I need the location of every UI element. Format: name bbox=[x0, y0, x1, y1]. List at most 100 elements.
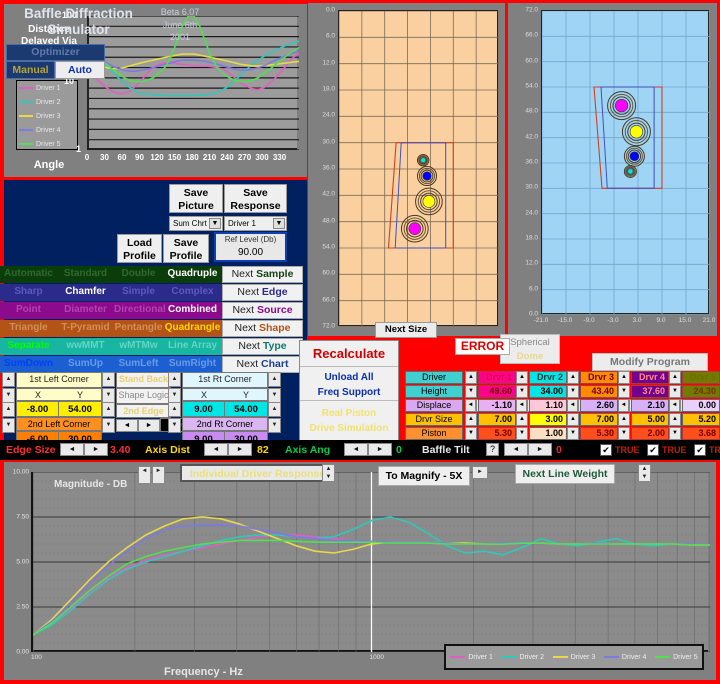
second-right-spin-down[interactable]: ▼ bbox=[168, 418, 181, 433]
first-right-spin-down2[interactable]: ▼ bbox=[268, 388, 281, 403]
driver-5-displace[interactable]: 0.00 bbox=[682, 399, 720, 412]
recalculate-button[interactable]: Recalculate bbox=[300, 341, 398, 367]
driver-4-piston-down[interactable]: ▼ bbox=[618, 427, 630, 440]
second-left-spin-down[interactable]: ▼ bbox=[2, 418, 15, 433]
driver-2-disp-dec[interactable]: ◄ bbox=[516, 399, 527, 412]
driver-2-name[interactable]: Drvr 2 bbox=[529, 371, 567, 384]
option-wmtmw[interactable]: wMTMw bbox=[114, 338, 163, 355]
real-piston-button[interactable]: Real Piston Drive Simulation bbox=[300, 401, 398, 441]
blue-plot-area[interactable] bbox=[541, 10, 711, 316]
option-simple[interactable]: Simple bbox=[114, 284, 163, 301]
orange-plot-area[interactable] bbox=[338, 10, 500, 328]
driver-5-size-up[interactable]: ▲ bbox=[669, 413, 681, 426]
next-button-source[interactable]: Next Source bbox=[222, 302, 303, 319]
driver-5-piston[interactable]: 3.68 bbox=[682, 427, 720, 440]
option-t-pyramid[interactable]: T-Pyramid bbox=[57, 320, 114, 337]
option-double[interactable]: Double bbox=[114, 266, 163, 283]
second-left-spin-down2[interactable]: ▼ bbox=[102, 418, 115, 433]
sum-chart-select[interactable]: Sum Chrt ▼ bbox=[169, 216, 223, 231]
driver-5-size[interactable]: 5.20 bbox=[682, 413, 720, 426]
driver-4-height-down[interactable]: ▼ bbox=[618, 385, 630, 398]
status-checkbox-1[interactable]: ✔ bbox=[647, 444, 659, 456]
driver-3-disp-dec[interactable]: ◄ bbox=[567, 399, 578, 412]
driver-5-height[interactable]: 24.30 bbox=[682, 385, 720, 398]
driver-4-height-up[interactable]: ▲ bbox=[618, 371, 630, 384]
driver-1-height-down[interactable]: ▼ bbox=[465, 385, 477, 398]
first-left-x-value[interactable]: -8.00 bbox=[16, 401, 59, 417]
option-pentangle[interactable]: Pentangle bbox=[114, 320, 163, 337]
first-left-spin-down[interactable]: ▼ bbox=[2, 388, 15, 403]
first-left-spin-up2[interactable]: ▲ bbox=[102, 372, 115, 387]
next-line-weight-button[interactable]: Next Line Weight bbox=[515, 464, 615, 484]
first-right-x-value[interactable]: 9.00 bbox=[182, 401, 225, 417]
first-left-y-value[interactable]: 54.00 bbox=[58, 401, 102, 417]
option-separate[interactable]: Separate bbox=[0, 338, 57, 355]
save-profile-button[interactable]: Save Profile bbox=[163, 234, 209, 263]
driver-2-size[interactable]: 3.00 bbox=[529, 413, 567, 426]
option-sumup[interactable]: SumUp bbox=[57, 356, 114, 373]
driver-2-size-up[interactable]: ▲ bbox=[516, 413, 528, 426]
option-standard[interactable]: Standard bbox=[57, 266, 114, 283]
axis-dist-decrement[interactable]: ◄ bbox=[204, 443, 228, 456]
first-right-y-value[interactable]: 54.00 bbox=[224, 401, 268, 417]
driver-1-displace[interactable]: -1.10 bbox=[478, 399, 516, 412]
next-button-shape[interactable]: Next Shape bbox=[222, 320, 303, 337]
driver-4-name[interactable]: Drvr 4 bbox=[631, 371, 669, 384]
option-complex[interactable]: Complex bbox=[163, 284, 222, 301]
axis-ang-decrement[interactable]: ◄ bbox=[344, 443, 368, 456]
first-left-spin-down2[interactable]: ▼ bbox=[102, 388, 115, 403]
driver-5-height-up[interactable]: ▲ bbox=[669, 371, 681, 384]
driver-5-name[interactable]: Drvr 5 bbox=[682, 371, 720, 384]
magnify-increment[interactable]: ► bbox=[472, 466, 488, 479]
chevron-down-icon[interactable]: ▼ bbox=[273, 218, 285, 229]
driver-1-size-up[interactable]: ▲ bbox=[465, 413, 477, 426]
axis-dist-increment[interactable]: ► bbox=[228, 443, 252, 456]
driver-5-piston-down[interactable]: ▼ bbox=[669, 427, 681, 440]
driver-2-piston-down[interactable]: ▼ bbox=[516, 427, 528, 440]
driver-4-size-up[interactable]: ▲ bbox=[618, 413, 630, 426]
option-quadruple[interactable]: Quadruple bbox=[163, 266, 222, 283]
driver-2-height-down[interactable]: ▼ bbox=[516, 385, 528, 398]
driver-4-size[interactable]: 5.00 bbox=[631, 413, 669, 426]
driver-3-height-up[interactable]: ▲ bbox=[567, 371, 579, 384]
unload-freq-support-button[interactable]: Unload All Freq Support bbox=[300, 367, 398, 401]
option-wwmmt[interactable]: wwMMT bbox=[57, 338, 114, 355]
response-scroll-right[interactable]: ► bbox=[152, 466, 165, 484]
response-type-stepper[interactable]: ▲ ▼ bbox=[322, 464, 335, 482]
driver-1-height[interactable]: 49.60 bbox=[478, 385, 516, 398]
edge-size-increment[interactable]: ► bbox=[84, 443, 108, 456]
next-button-type[interactable]: Next Type bbox=[222, 338, 303, 355]
driver-5-disp-dec[interactable]: ◄ bbox=[669, 399, 680, 412]
first-right-spin-down[interactable]: ▼ bbox=[168, 388, 181, 403]
response-scroll-left[interactable]: ◄ bbox=[138, 466, 151, 484]
option-combined[interactable]: Combined bbox=[163, 302, 222, 319]
option-point[interactable]: Point bbox=[0, 302, 57, 319]
next-button-chart[interactable]: Next Chart bbox=[222, 356, 303, 373]
individual-driver-response-button[interactable]: Individual Driver Response bbox=[180, 464, 335, 482]
driver-2-displace[interactable]: 1.10 bbox=[529, 399, 567, 412]
option-chamfer[interactable]: Chamfer bbox=[57, 284, 114, 301]
first-right-spin-up[interactable]: ▲ bbox=[168, 372, 181, 387]
driver-2-height-up[interactable]: ▲ bbox=[516, 371, 528, 384]
modify-program-button[interactable]: Modify Program bbox=[592, 353, 708, 371]
second-right-spin-down2[interactable]: ▼ bbox=[268, 418, 281, 433]
option-sumdown[interactable]: SumDown bbox=[0, 356, 57, 373]
help-button[interactable]: ? bbox=[486, 443, 499, 456]
chevron-down-icon[interactable]: ▼ bbox=[209, 218, 221, 229]
second-right-spin-up[interactable]: ▲ bbox=[168, 402, 181, 417]
second-right-spin-up2[interactable]: ▲ bbox=[268, 402, 281, 417]
first-left-spin-up[interactable]: ▲ bbox=[2, 372, 15, 387]
second-left-spin-up2[interactable]: ▲ bbox=[102, 402, 115, 417]
to-magnify-button[interactable]: To Magnify - 5X bbox=[378, 466, 470, 486]
driver-1-height-up[interactable]: ▲ bbox=[465, 371, 477, 384]
driver-4-disp-dec[interactable]: ◄ bbox=[618, 399, 629, 412]
axis-ang-increment[interactable]: ► bbox=[368, 443, 392, 456]
option-line-array[interactable]: Line Array bbox=[163, 338, 222, 355]
option-sumleft[interactable]: SumLeft bbox=[114, 356, 163, 373]
driver-3-size-up[interactable]: ▲ bbox=[567, 413, 579, 426]
driver-3-name[interactable]: Drvr 3 bbox=[580, 371, 618, 384]
ref-level-field[interactable]: Ref Level (Db) 90.00 bbox=[214, 232, 287, 262]
second-edge-increment[interactable]: ► bbox=[138, 419, 160, 432]
optimizer-manual-button[interactable]: Manual bbox=[6, 61, 55, 79]
save-response-button[interactable]: Save Response bbox=[224, 184, 287, 213]
